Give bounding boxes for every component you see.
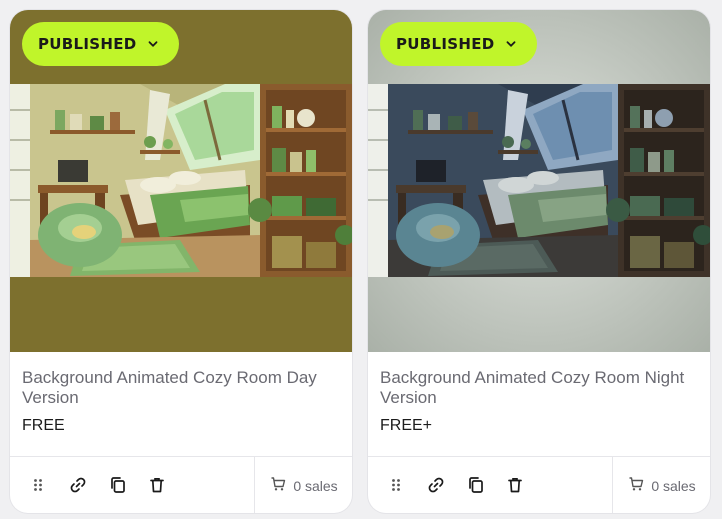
product-price: FREE+ — [380, 417, 433, 434]
product-thumbnail[interactable]: PUBLISHED — [10, 10, 352, 352]
product-title[interactable]: Background Animated Cozy Room Night Vers… — [380, 368, 698, 408]
link-icon[interactable] — [424, 473, 448, 497]
sales-label: 0 sales — [651, 477, 696, 494]
link-icon[interactable] — [66, 473, 90, 497]
cart-icon — [270, 476, 286, 495]
product-thumbnail[interactable]: PUBLISHED — [368, 10, 710, 352]
trash-icon[interactable] — [145, 473, 169, 497]
status-dropdown[interactable]: PUBLISHED — [380, 22, 537, 66]
copy-icon[interactable] — [106, 473, 130, 497]
product-card[interactable]: PUBLISHED Background Animated Cozy Room … — [10, 10, 352, 513]
product-title[interactable]: Background Animated Cozy Room Day Versio… — [22, 368, 340, 408]
drag-handle-icon[interactable] — [384, 473, 408, 497]
product-card[interactable]: PUBLISHED Background Animated Cozy Room … — [368, 10, 710, 513]
chevron-down-icon — [147, 38, 159, 50]
status-dropdown[interactable]: PUBLISHED — [22, 22, 179, 66]
drag-handle-icon[interactable] — [26, 473, 50, 497]
sales-label: 0 sales — [293, 477, 338, 494]
cart-icon — [628, 476, 644, 495]
chevron-down-icon — [505, 38, 517, 50]
cozy-room-day-illustration — [10, 84, 352, 277]
sales-count: 0 sales — [612, 457, 710, 513]
sales-count: 0 sales — [254, 457, 352, 513]
cozy-room-night-illustration — [368, 84, 710, 277]
product-price: FREE — [22, 417, 65, 434]
copy-icon[interactable] — [464, 473, 488, 497]
status-label: PUBLISHED — [396, 35, 495, 53]
status-label: PUBLISHED — [38, 35, 137, 53]
card-actions: 0 sales — [368, 456, 710, 513]
trash-icon[interactable] — [503, 473, 527, 497]
card-actions: 0 sales — [10, 456, 352, 513]
